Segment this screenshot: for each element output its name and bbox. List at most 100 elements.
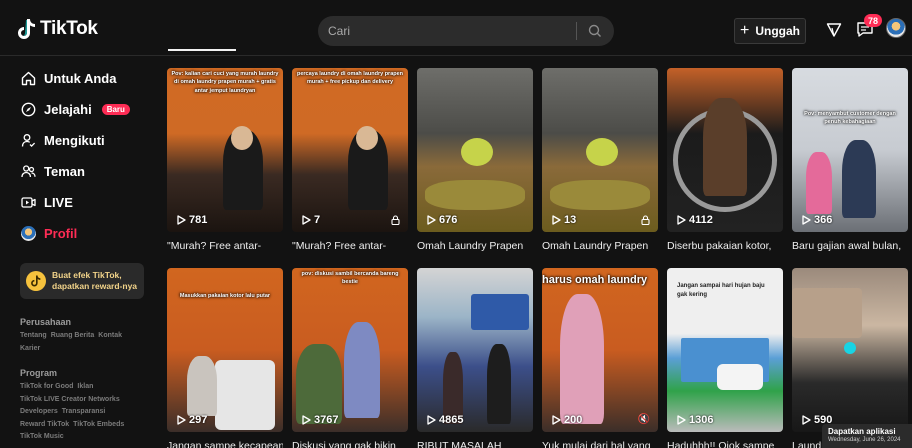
footer-company-links: Tentang Ruang Berita Kontak Karier — [20, 330, 150, 355]
footer-link[interactable]: Iklan — [77, 383, 93, 390]
view-count-value: 4865 — [439, 414, 464, 426]
plus-icon: + — [739, 22, 750, 39]
play-icon — [302, 215, 311, 225]
get-app-toast[interactable]: Dapatkan aplikasi Wednesday, June 26, 20… — [822, 424, 912, 448]
play-icon — [677, 415, 686, 425]
video-card[interactable]: harus omah laundry 200 🔇 Yuk mulai dari … — [542, 268, 658, 448]
footer-link[interactable]: TikTok LIVE Creator Networks — [20, 396, 120, 403]
video-overlay-text: harus omah laundry — [542, 274, 648, 286]
video-overlay-text: Jangan sampai hari hujan baju gak kering — [677, 283, 765, 298]
sidebar-item-untuk-anda[interactable]: Untuk Anda — [20, 70, 116, 86]
play-icon — [427, 215, 436, 225]
sidebar-item-mengikuti[interactable]: Mengikuti — [20, 132, 105, 148]
search-button[interactable] — [577, 16, 613, 46]
coin-icon — [26, 271, 46, 291]
play-icon — [552, 215, 561, 225]
search-bar — [318, 16, 614, 46]
video-card[interactable]: Masukkan pakaian kotor lalu putar 297 Ja… — [167, 268, 283, 448]
view-count: 781 — [177, 214, 207, 226]
footer-program-title: Program — [20, 368, 58, 378]
video-thumbnail: 4112 — [667, 68, 783, 232]
footer-link[interactable]: Kontak — [98, 332, 122, 339]
view-count: 1306 — [677, 414, 713, 426]
footer-link[interactable]: Reward TikTok — [20, 421, 69, 428]
video-title: Baru gajian awal bulan, — [792, 240, 902, 252]
tiktok-logo[interactable]: TikTok — [18, 18, 98, 40]
thumbnail-figure — [806, 152, 832, 214]
promo-line-1: Buat efek TikTok, — [52, 269, 122, 280]
thumbnail-figure — [296, 344, 342, 424]
sidebar-item-label: Untuk Anda — [44, 70, 117, 86]
video-card[interactable]: 4865 RIBUT MASALAH — [417, 268, 533, 448]
video-card[interactable]: percaya laundry di omah laundry prapen m… — [292, 68, 408, 252]
promo-line-2: dapatkan reward-nya — [52, 281, 138, 291]
footer-link[interactable]: TikTok Music — [20, 433, 64, 440]
view-count: 297 — [177, 414, 207, 426]
sidebar-item-profil[interactable]: Profil — [20, 225, 77, 241]
video-overlay-text: Masukkan pakaian kotor lalu putar — [179, 293, 271, 299]
live-icon — [20, 194, 36, 210]
send-icon[interactable] — [826, 22, 842, 38]
footer-link[interactable]: Transparansi — [62, 408, 106, 415]
effect-reward-promo[interactable]: Buat efek TikTok, dapatkan reward-nya — [20, 263, 144, 299]
search-icon — [588, 24, 601, 37]
new-badge: Baru — [101, 103, 130, 115]
search-input[interactable] — [318, 24, 576, 38]
sidebar-item-teman[interactable]: Teman — [20, 163, 85, 179]
mute-icon[interactable]: 🔇 — [638, 414, 650, 425]
sidebar-item-label: Teman — [44, 163, 85, 179]
video-thumbnail: Pov: menyambut customer dengan penuh keb… — [792, 68, 908, 232]
video-card[interactable]: Pov: menyambut customer dengan penuh keb… — [792, 68, 908, 252]
thumbnail-figure — [461, 138, 493, 166]
video-thumbnail: Jangan sampai hari hujan baju gak kering… — [667, 268, 783, 432]
footer-company-title: Perusahaan — [20, 317, 72, 327]
thumbnail-figure — [586, 138, 618, 166]
sidebar-item-label: LIVE — [44, 194, 73, 210]
view-count-value: 7 — [314, 214, 321, 226]
video-card[interactable]: 676 Omah Laundry Prapen — [417, 68, 533, 252]
view-count: 7 — [302, 214, 320, 226]
thumbnail-figure — [550, 180, 650, 210]
home-icon — [20, 70, 36, 86]
video-thumbnail: 13 — [542, 68, 658, 232]
promo-text: Buat efek TikTok, dapatkan reward-nya — [52, 270, 137, 292]
video-title: "Murah? Free antar- — [292, 240, 387, 252]
following-icon — [20, 132, 36, 148]
view-count-value: 13 — [564, 214, 577, 226]
footer-link[interactable]: Developers — [20, 408, 58, 415]
lock-icon — [391, 215, 400, 225]
footer-link[interactable]: Ruang Berita — [51, 332, 95, 339]
footer-link[interactable]: TikTok Embeds — [73, 421, 124, 428]
sidebar: Untuk Anda Jelajahi Baru Mengikuti Teman… — [0, 56, 158, 448]
sidebar-item-label: Profil — [44, 225, 78, 241]
sidebar-item-label: Jelajahi — [44, 101, 92, 117]
thumbnail-figure — [231, 126, 253, 150]
view-count: 200 — [552, 414, 582, 426]
thumbnail-figure — [187, 356, 217, 416]
view-count: 676 — [427, 214, 457, 226]
video-title: Haduhhh!! Ojok sampe — [667, 440, 775, 448]
app-name: TikTok — [40, 18, 98, 39]
play-icon — [802, 215, 811, 225]
toast-title: Dapatkan aplikasi — [828, 427, 896, 436]
video-card[interactable]: 590 Laundry — [792, 268, 908, 448]
footer-link[interactable]: TikTok for Good — [20, 383, 73, 390]
profile-avatar[interactable] — [886, 18, 906, 38]
thumbnail-figure — [560, 294, 604, 424]
video-card[interactable]: Jangan sampai hari hujan baju gak kering… — [667, 268, 783, 448]
video-card[interactable]: 4112 Diserbu pakaian kotor, — [667, 68, 783, 252]
footer-link[interactable]: Tentang — [20, 332, 47, 339]
video-thumbnail: harus omah laundry 200 🔇 — [542, 268, 658, 432]
sidebar-item-jelajahi[interactable]: Jelajahi Baru — [20, 101, 130, 117]
toast-date: Wednesday, June 26, 2024 — [828, 437, 901, 443]
video-card[interactable]: pov: diskusi sambil bercanda bareng best… — [292, 268, 408, 448]
play-icon — [677, 215, 686, 225]
view-count: 13 — [552, 214, 576, 226]
footer-link[interactable]: Karier — [20, 345, 40, 352]
thumbnail-figure — [487, 344, 511, 424]
sidebar-item-live[interactable]: LIVE — [20, 194, 73, 210]
upload-button[interactable]: + Unggah — [734, 18, 806, 44]
video-card[interactable]: Pov: kalian cari cuci yang murah laundry… — [167, 68, 283, 252]
compass-icon — [20, 101, 36, 117]
video-card[interactable]: 13 Omah Laundry Prapen — [542, 68, 658, 252]
